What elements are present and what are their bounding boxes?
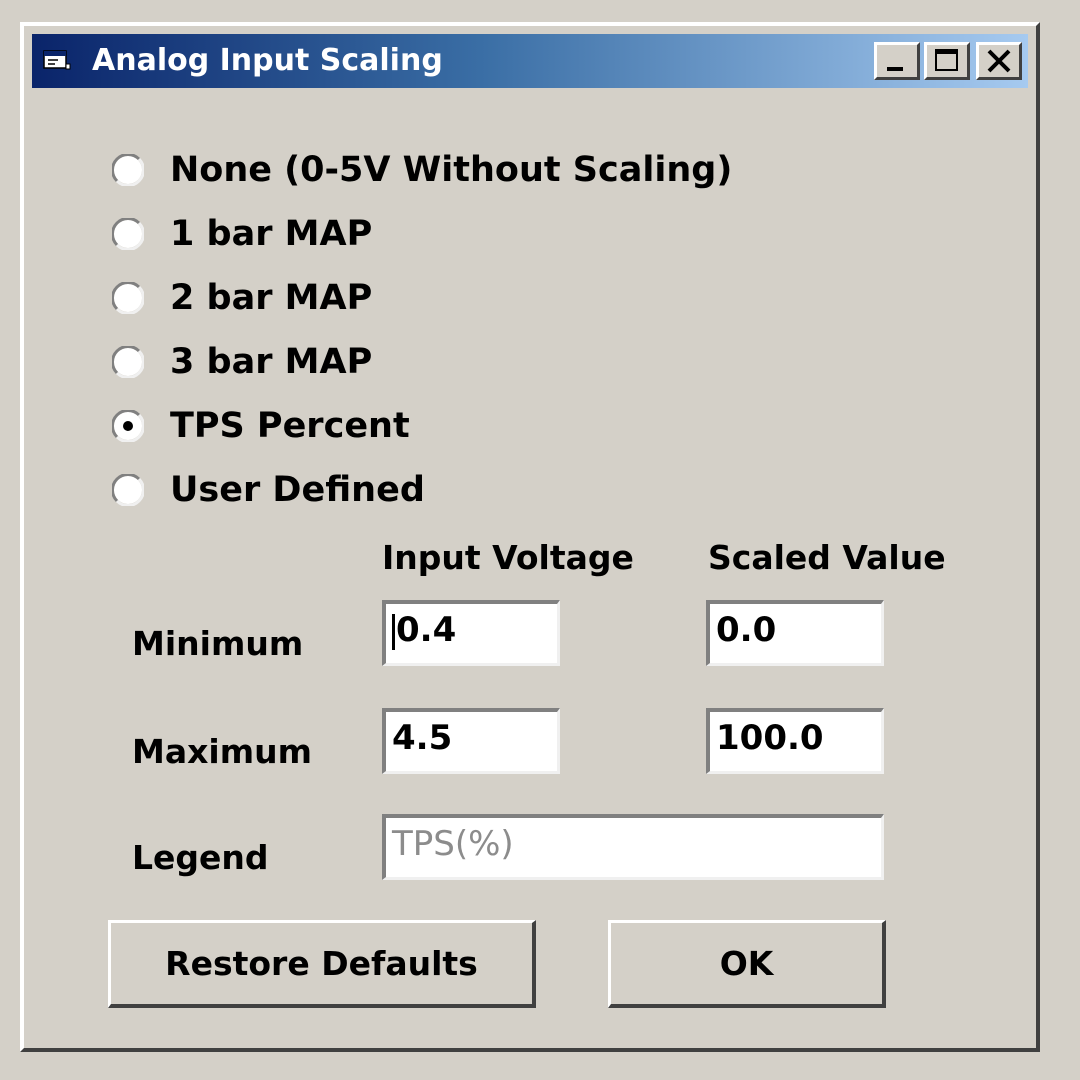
maximum-input-voltage-value: 4.5: [392, 718, 453, 758]
maximize-button[interactable]: [924, 42, 970, 80]
radio-label: None (0-5V Without Scaling): [170, 150, 733, 190]
title-bar[interactable]: Analog Input Scaling: [32, 34, 1028, 88]
minimum-scaled-value-value: 0.0: [716, 610, 777, 650]
radio-button-icon[interactable]: [110, 152, 146, 188]
legend-value: TPS(%): [392, 824, 514, 864]
minimum-scaled-value-field[interactable]: 0.0: [706, 600, 884, 666]
radio-button-selected-icon[interactable]: [110, 408, 146, 444]
maximum-input-voltage-field[interactable]: 4.5: [382, 708, 560, 774]
radio-label: User Defined: [170, 470, 425, 510]
maximize-icon: [935, 49, 958, 71]
radio-option-1-bar-map[interactable]: 1 bar MAP: [110, 210, 373, 258]
minimum-label: Minimum: [132, 624, 304, 663]
radio-option-none[interactable]: None (0-5V Without Scaling): [110, 146, 733, 194]
minimum-input-voltage-value: 0.4: [396, 610, 457, 650]
ok-button[interactable]: OK: [608, 920, 886, 1008]
legend-field: TPS(%): [382, 814, 884, 880]
radio-label: 2 bar MAP: [170, 278, 373, 318]
radio-label: 3 bar MAP: [170, 342, 373, 382]
input-voltage-header: Input Voltage: [382, 538, 634, 577]
radio-button-icon[interactable]: [110, 216, 146, 252]
radio-label: TPS Percent: [170, 406, 410, 446]
maximum-label: Maximum: [132, 732, 312, 771]
maximum-scaled-value-field[interactable]: 100.0: [706, 708, 884, 774]
radio-option-tps-percent[interactable]: TPS Percent: [110, 402, 410, 450]
window-title: Analog Input Scaling: [92, 43, 443, 78]
minimize-icon: [887, 67, 903, 71]
minimize-button[interactable]: [874, 42, 920, 80]
close-icon: [987, 49, 1011, 73]
radio-option-2-bar-map[interactable]: 2 bar MAP: [110, 274, 373, 322]
minimum-input-voltage-field[interactable]: 0.4: [382, 600, 560, 666]
radio-label: 1 bar MAP: [170, 214, 373, 254]
app-window-icon: [42, 48, 72, 72]
close-button[interactable]: [976, 42, 1022, 80]
maximum-scaled-value-value: 100.0: [716, 718, 824, 758]
radio-button-icon[interactable]: [110, 472, 146, 508]
legend-label: Legend: [132, 838, 269, 877]
radio-button-icon[interactable]: [110, 344, 146, 380]
text-caret: [392, 613, 395, 650]
radio-option-3-bar-map[interactable]: 3 bar MAP: [110, 338, 373, 386]
scaled-value-header: Scaled Value: [708, 538, 946, 577]
restore-defaults-button[interactable]: Restore Defaults: [108, 920, 536, 1008]
radio-button-icon[interactable]: [110, 280, 146, 316]
analog-input-scaling-dialog: Analog Input Scaling None (0-5V Without …: [20, 22, 1040, 1052]
radio-option-user-defined[interactable]: User Defined: [110, 466, 425, 514]
